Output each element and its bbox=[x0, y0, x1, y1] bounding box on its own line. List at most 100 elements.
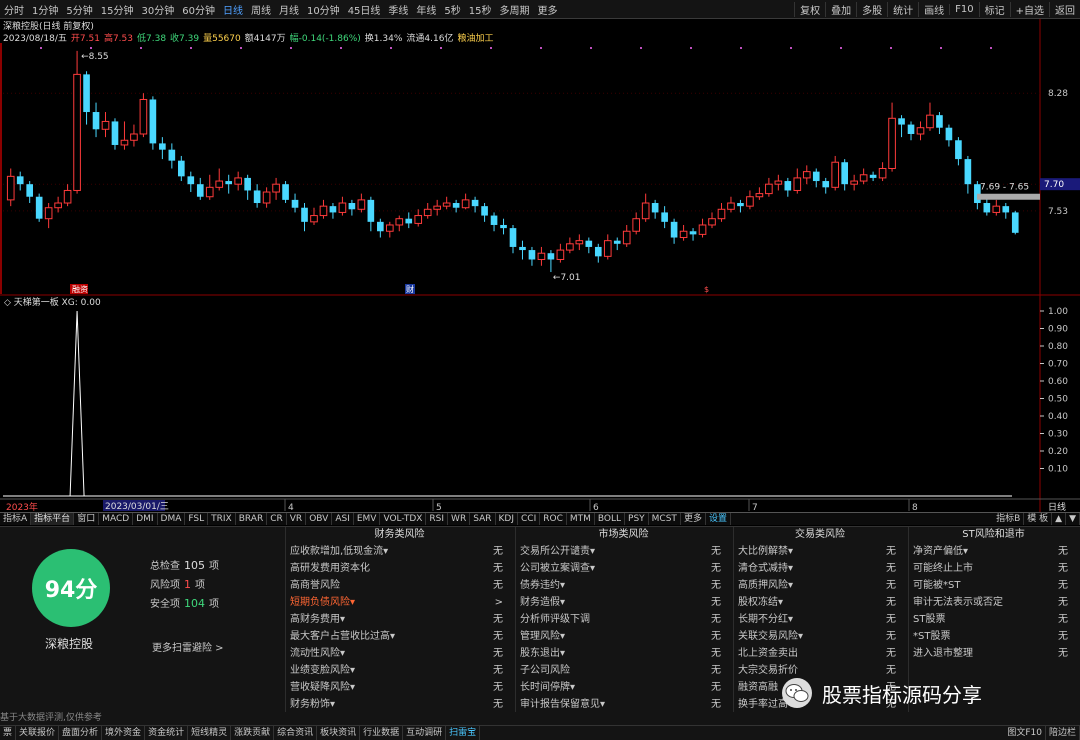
bottom-tab-9[interactable]: 行业数据 bbox=[360, 726, 404, 740]
risk-item[interactable]: 应收款增加,低现金流▾ 无 bbox=[286, 543, 513, 560]
indicator-tab-right-0[interactable]: 指标B bbox=[993, 513, 1025, 525]
risk-stock-name: 深粮控股 bbox=[45, 637, 94, 651]
indicator-tab-9[interactable]: CR bbox=[267, 513, 287, 525]
risk-item[interactable]: 最大客户占营收比过高▾ 无 bbox=[286, 628, 513, 645]
risk-item[interactable]: 北上资金卖出 无 bbox=[734, 645, 906, 662]
indicator-tab-26[interactable]: 设置 bbox=[706, 513, 731, 525]
indicator-tab-1[interactable]: 指标平台 bbox=[31, 513, 75, 525]
risk-item[interactable]: 审计无法表示或否定 无 bbox=[909, 594, 1078, 611]
indicator-tab-right-3[interactable]: ▼ bbox=[1066, 513, 1080, 525]
indicator-tab-0[interactable]: 指标A bbox=[0, 513, 32, 525]
timeline-start: 2023年 bbox=[6, 501, 38, 512]
risk-item[interactable]: 长期不分红▾ 无 bbox=[734, 611, 906, 628]
candle-body-75 bbox=[717, 208, 726, 220]
risk-item-label: 审计无法表示或否定 bbox=[913, 597, 1003, 608]
risk-item[interactable]: 股东退出▾ 无 bbox=[516, 645, 731, 662]
bottom-tab-5[interactable]: 短线精灵 bbox=[188, 726, 232, 740]
risk-item[interactable]: 高质押风险▾ 无 bbox=[734, 577, 906, 594]
bottom-tab-4[interactable]: 资金统计 bbox=[145, 726, 189, 740]
candle-40 bbox=[385, 221, 394, 238]
candle-body-64 bbox=[613, 240, 621, 244]
risk-item[interactable]: 高财务费用▾ 无 bbox=[286, 611, 513, 628]
indicator-tab-12[interactable]: ASI bbox=[332, 513, 354, 525]
indicator-tab-22[interactable]: BOLL bbox=[595, 513, 626, 525]
risk-item-label: 债券违约▾ bbox=[520, 580, 566, 591]
candle-104 bbox=[992, 199, 1001, 216]
risk-item[interactable]: 长时间停牌▾ 无 bbox=[516, 679, 731, 696]
indicator-tab-7[interactable]: TRIX bbox=[208, 513, 236, 525]
bottom-tab-11[interactable]: 扫雷宝 bbox=[446, 726, 481, 740]
price-label-0: 8.28 bbox=[1048, 89, 1068, 99]
risk-item[interactable]: 高研发费用资本化 无 bbox=[286, 560, 513, 577]
risk-item[interactable]: 高商誉风险 无 bbox=[286, 577, 513, 594]
risk-item[interactable]: 关联交易风险▾ 无 bbox=[734, 628, 906, 645]
indicator-tab-6[interactable]: FSL bbox=[185, 513, 209, 525]
indicator-tab-8[interactable]: BRAR bbox=[236, 513, 268, 525]
bottom-tab-8[interactable]: 板块资讯 bbox=[317, 726, 361, 740]
risk-item[interactable]: *ST股票 无 bbox=[909, 628, 1078, 645]
indicator-tab-24[interactable]: MCST bbox=[649, 513, 681, 525]
indicator-tab-20[interactable]: ROC bbox=[540, 513, 567, 525]
stat-total: 总检查 105 项 bbox=[150, 557, 219, 572]
bottom-right-button-1[interactable]: 陪边栏 bbox=[1046, 726, 1080, 740]
indicator-tab-16[interactable]: WR bbox=[448, 513, 471, 525]
candle-body-105 bbox=[1002, 206, 1010, 213]
risk-item[interactable]: 公司被立案调查▾ 无 bbox=[516, 560, 731, 577]
risk-item[interactable]: 可能终止上市 无 bbox=[909, 560, 1078, 577]
indicator-tab-21[interactable]: MTM bbox=[567, 513, 595, 525]
risk-item[interactable]: 流动性风险▾ 无 bbox=[286, 645, 513, 662]
risk-item[interactable]: ST股票 无 bbox=[909, 611, 1078, 628]
bottom-tab-10[interactable]: 互动调研 bbox=[403, 726, 447, 740]
candle-body-69 bbox=[661, 212, 668, 222]
risk-item-label: 流动性风险▾ bbox=[290, 648, 346, 659]
candle-39 bbox=[377, 218, 384, 238]
indicator-tab-23[interactable]: PSY bbox=[625, 513, 649, 525]
risk-item[interactable]: 管理风险▾ 无 bbox=[516, 628, 731, 645]
risk-item[interactable]: 财务粉饰▾ 无 bbox=[286, 696, 513, 713]
indicator-tab-2[interactable]: 窗口 bbox=[74, 513, 100, 525]
risk-item[interactable]: 审计报告保留意见▾ 无 bbox=[516, 696, 731, 713]
candle-41 bbox=[395, 215, 404, 232]
indicator-tab-17[interactable]: SAR bbox=[470, 513, 496, 525]
risk-item[interactable]: 清仓式减持▾ 无 bbox=[734, 560, 906, 577]
candle-92 bbox=[878, 162, 887, 182]
bottom-tab-3[interactable]: 境外资金 bbox=[102, 726, 146, 740]
candle-55 bbox=[528, 246, 536, 266]
indicator-tab-19[interactable]: CCI bbox=[518, 513, 541, 525]
indicator-tab-25[interactable]: 更多 bbox=[681, 513, 706, 525]
risk-item[interactable]: 可能被*ST 无 bbox=[909, 577, 1078, 594]
indicator-tab-4[interactable]: DMI bbox=[133, 513, 158, 525]
risk-item[interactable]: 子公司风险 无 bbox=[516, 662, 731, 679]
bottom-tab-0[interactable]: 票 bbox=[0, 726, 17, 740]
risk-item[interactable]: 短期负债风险▾ > bbox=[286, 594, 513, 611]
indicator-tab-right-1[interactable]: 模 板 bbox=[1024, 513, 1053, 525]
indicator-tab-right-2[interactable]: ▲ bbox=[1052, 513, 1067, 525]
risk-item[interactable]: 交易所公开谴责▾ 无 bbox=[516, 543, 731, 560]
risk-item[interactable]: 债券违约▾ 无 bbox=[516, 577, 731, 594]
risk-item[interactable]: 分析师评级下调 无 bbox=[516, 611, 731, 628]
kline-chart[interactable]: 8.28 7.53 ←8.55 ←7.01 7.70 7.69 - 7.65 融资 财 $ ◇… bbox=[0, 0, 1080, 512]
candle-25 bbox=[244, 174, 251, 200]
risk-item[interactable]: 财务造假▾ 无 bbox=[516, 594, 731, 611]
indicator-tab-11[interactable]: OBV bbox=[306, 513, 333, 525]
risk-item[interactable]: 营收疑降风险▾ 无 bbox=[286, 679, 513, 696]
bottom-right-button-0[interactable]: 图文F10 bbox=[1004, 726, 1046, 740]
indicator-tab-15[interactable]: RSI bbox=[426, 513, 449, 525]
indicator-tab-14[interactable]: VOL-TDX bbox=[380, 513, 427, 525]
risk-item[interactable]: 股权冻结▾ 无 bbox=[734, 594, 906, 611]
more-scan-link[interactable]: 更多扫雷避险 > bbox=[152, 639, 224, 654]
risk-item[interactable]: 净资产偏低▾ 无 bbox=[909, 543, 1078, 560]
bottom-tab-2[interactable]: 盘面分析 bbox=[59, 726, 103, 740]
risk-item[interactable]: 进入退市整理 无 bbox=[909, 645, 1078, 662]
indicator-tab-5[interactable]: DMA bbox=[158, 513, 186, 525]
indicator-tab-13[interactable]: EMV bbox=[354, 513, 381, 525]
risk-item[interactable]: 大比例解禁▾ 无 bbox=[734, 543, 906, 560]
bottom-tab-1[interactable]: 关联报价 bbox=[16, 726, 60, 740]
bottom-tab-7[interactable]: 综合资讯 bbox=[274, 726, 318, 740]
risk-item-status: 无 bbox=[886, 563, 896, 574]
bottom-tab-6[interactable]: 涨跌贡献 bbox=[231, 726, 275, 740]
indicator-tab-3[interactable]: MACD bbox=[99, 513, 134, 525]
indicator-tab-10[interactable]: VR bbox=[287, 513, 307, 525]
indicator-tab-18[interactable]: KDJ bbox=[496, 513, 518, 525]
risk-item[interactable]: 业绩变脸风险▾ 无 bbox=[286, 662, 513, 679]
